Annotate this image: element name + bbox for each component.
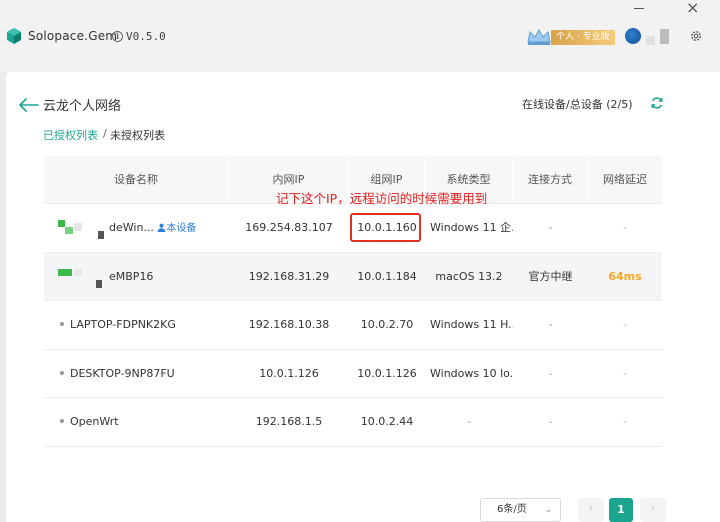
connection-type: - bbox=[548, 366, 553, 380]
tab-unauthorized-list[interactable]: 未授权列表 bbox=[110, 127, 165, 143]
latency: - bbox=[623, 366, 627, 380]
crown-icon bbox=[527, 28, 551, 45]
vip-label: 个人 · 专业版 bbox=[551, 30, 615, 45]
table-row[interactable]: LAPTOP-FDPNK2KG 192.168.10.38 10.0.2.70 … bbox=[44, 301, 662, 350]
device-name: LAPTOP-FDPNK2KG bbox=[70, 318, 176, 331]
mesh-ip: 10.0.2.70 bbox=[360, 318, 414, 331]
offline-dot bbox=[60, 322, 64, 326]
header-connection[interactable]: 连接方式 bbox=[513, 156, 588, 204]
mesh-ip: 10.0.1.184 bbox=[357, 269, 417, 283]
device-name: eMBP16 bbox=[109, 269, 154, 283]
current-page-button[interactable]: 1 bbox=[609, 498, 633, 522]
header-latency[interactable]: 网络延迟 bbox=[588, 156, 662, 204]
table-row[interactable]: OpenWrt 192.168.1.5 10.0.2.44 - - - bbox=[44, 398, 662, 447]
connection-type: 官方中继 bbox=[528, 269, 573, 283]
blurred-username bbox=[646, 36, 655, 45]
latency: 64ms bbox=[608, 269, 642, 283]
avatar[interactable] bbox=[625, 28, 641, 44]
offline-dot bbox=[60, 419, 64, 423]
header-device-name[interactable]: 设备名称 bbox=[44, 156, 229, 204]
offline-dot bbox=[60, 370, 64, 375]
minimize-icon[interactable] bbox=[634, 8, 644, 9]
os-type: macOS 13.2 bbox=[435, 269, 503, 283]
info-icon[interactable]: i bbox=[112, 31, 123, 42]
app-name: Solopace.Gem bbox=[28, 29, 118, 43]
lan-ip: 192.168.31.29 bbox=[248, 269, 330, 283]
this-device-label: 本设备 bbox=[166, 223, 197, 234]
gear-icon[interactable] bbox=[689, 29, 703, 43]
connection-type: - bbox=[548, 221, 553, 234]
page-size-value: 6条/页 bbox=[497, 504, 527, 515]
app-version: V0.5.0 bbox=[126, 30, 166, 43]
online-device-count: 在线设备/总设备 (2/5) bbox=[522, 98, 633, 111]
mesh-ip: 10.0.1.126 bbox=[357, 366, 417, 380]
os-type: Windows 10 lo... bbox=[430, 366, 513, 380]
lan-ip: 192.168.10.38 bbox=[248, 318, 330, 331]
annotation-highlight-box bbox=[350, 213, 421, 242]
app-logo-icon bbox=[7, 28, 21, 44]
lan-ip: 169.254.83.107 bbox=[245, 221, 333, 234]
annotation-text: 记下这个IP，远程访问的时候需要用到 bbox=[276, 191, 488, 206]
latency: - bbox=[623, 415, 627, 428]
mesh-ip: 10.0.2.44 bbox=[360, 415, 414, 428]
latency: - bbox=[623, 221, 627, 234]
back-arrow-icon[interactable] bbox=[17, 97, 39, 113]
network-title: 云龙个人网络 bbox=[43, 99, 122, 114]
device-name-cell: deWin... 本设备 bbox=[109, 204, 204, 252]
latency: - bbox=[623, 318, 627, 331]
device-name: OpenWrt bbox=[70, 415, 119, 428]
blurred-device-name bbox=[58, 220, 104, 239]
os-type: - bbox=[467, 415, 471, 428]
os-type: Windows 11 企... bbox=[430, 221, 513, 234]
main-panel: 云龙个人网络 在线设备/总设备 (2/5) 已授权列表 / 未授权列表 设备名称… bbox=[6, 72, 720, 522]
title-bar: Solopace.Gem i V0.5.0 × 个人 · 专业版 bbox=[0, 0, 720, 72]
prev-page-button[interactable]: ‹ bbox=[578, 498, 604, 522]
this-device-tag: 本设备 bbox=[157, 223, 196, 234]
blurred-username-2 bbox=[660, 29, 669, 44]
tab-separator: / bbox=[103, 127, 107, 140]
tab-authorized-list[interactable]: 已授权列表 bbox=[43, 127, 98, 143]
page-size-select[interactable]: 6条/页 ⌄ bbox=[480, 498, 561, 522]
os-type: Windows 11 H... bbox=[430, 318, 513, 331]
device-name: DESKTOP-9NP87FU bbox=[70, 366, 175, 380]
next-page-button[interactable]: › bbox=[640, 498, 666, 522]
blurred-device-name bbox=[58, 268, 102, 288]
lan-ip: 192.168.1.5 bbox=[255, 415, 323, 428]
close-icon[interactable]: × bbox=[686, 0, 699, 16]
chevron-down-icon: ⌄ bbox=[544, 505, 552, 515]
device-name: deWin... bbox=[109, 221, 154, 234]
connection-type: - bbox=[548, 318, 553, 331]
refresh-icon[interactable] bbox=[650, 96, 664, 110]
table-row[interactable]: DESKTOP-9NP87FU 10.0.1.126 10.0.1.126 Wi… bbox=[44, 350, 662, 398]
table-row[interactable]: eMBP16 192.168.31.29 10.0.1.184 macOS 13… bbox=[44, 252, 662, 301]
lan-ip: 10.0.1.126 bbox=[259, 366, 319, 380]
connection-type: - bbox=[548, 415, 553, 428]
